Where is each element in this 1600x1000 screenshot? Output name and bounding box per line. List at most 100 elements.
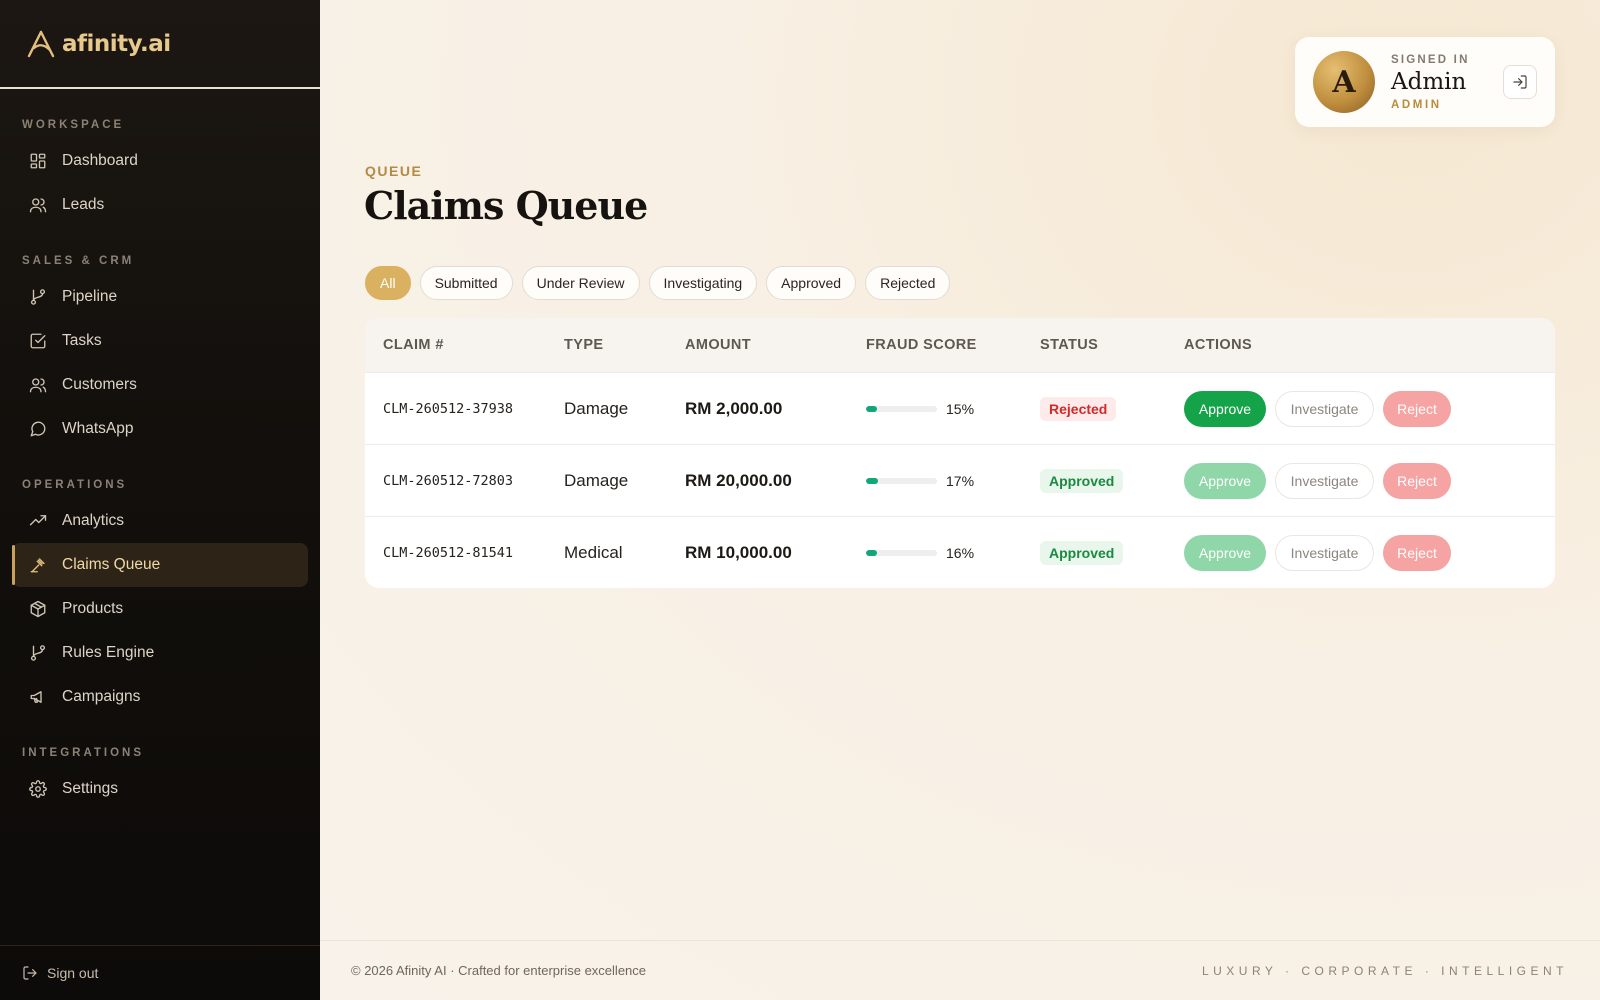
page-title: Claims Queue bbox=[364, 183, 648, 228]
sidebar-item-analytics[interactable]: Analytics bbox=[12, 499, 308, 543]
claims-table: CLAIM # TYPE AMOUNT FRAUD SCORE STATUS A… bbox=[365, 318, 1555, 588]
filter-approved[interactable]: Approved bbox=[766, 266, 857, 300]
footer: © 2026 Afinity AI · Crafted for enterpri… bbox=[320, 940, 1600, 1000]
fraud-score: 17% bbox=[866, 473, 1040, 489]
claim-number[interactable]: CLM-260512-37938 bbox=[383, 401, 513, 417]
claim-number[interactable]: CLM-260512-72803 bbox=[383, 473, 513, 489]
filter-rejected[interactable]: Rejected bbox=[865, 266, 951, 300]
sidebar-item-label: Pipeline bbox=[62, 288, 118, 305]
investigate-button[interactable]: Investigate bbox=[1275, 462, 1374, 499]
filter-under-review[interactable]: Under Review bbox=[521, 266, 640, 300]
chat-bubble-icon bbox=[29, 420, 47, 438]
sidebar-item-customers[interactable]: Customers bbox=[12, 363, 308, 407]
reject-button[interactable]: Reject bbox=[1383, 462, 1451, 499]
avatar[interactable]: A bbox=[1313, 51, 1375, 113]
user-role: ADMIN bbox=[1391, 98, 1442, 111]
footer-tagline: LUXURY · CORPORATE · INTELLIGENT bbox=[1201, 963, 1568, 978]
claim-number[interactable]: CLM-260512-81541 bbox=[383, 545, 513, 561]
sidebar-item-tasks[interactable]: Tasks bbox=[12, 319, 308, 363]
claim-amount: RM 2,000.00 bbox=[685, 398, 783, 418]
brand-logo[interactable]: afinity.ai bbox=[26, 30, 171, 58]
claim-amount: RM 20,000.00 bbox=[685, 470, 792, 490]
sidebar-item-label: Customers bbox=[62, 376, 137, 393]
filter-investigating[interactable]: Investigating bbox=[648, 266, 758, 300]
investigate-button[interactable]: Investigate bbox=[1275, 534, 1374, 571]
nav-group-label-operations: OPERATIONS bbox=[22, 479, 128, 491]
fraud-score-value: 15% bbox=[946, 400, 975, 417]
gear-icon bbox=[29, 780, 47, 798]
signed-in-label: SIGNED IN bbox=[1391, 53, 1470, 66]
main-content: A SIGNED IN Admin ADMIN QUEUE Claims Que… bbox=[320, 0, 1600, 1000]
sidebar-item-label: Dashboard bbox=[62, 152, 138, 169]
claim-type: Damage bbox=[564, 470, 629, 490]
sidebar-item-products[interactable]: Products bbox=[12, 587, 308, 631]
column-header-actions: ACTIONS bbox=[1184, 337, 1253, 353]
sidebar-item-claims-queue[interactable]: Claims Queue bbox=[12, 543, 308, 587]
sidebar-item-label: WhatsApp bbox=[62, 420, 134, 437]
megaphone-icon bbox=[29, 688, 47, 706]
approve-button[interactable]: Approve bbox=[1184, 390, 1266, 427]
reject-button[interactable]: Reject bbox=[1383, 534, 1451, 571]
sidebar-item-label: Products bbox=[62, 600, 124, 617]
logout-button[interactable] bbox=[1503, 65, 1537, 99]
trend-up-icon bbox=[29, 512, 47, 530]
fraud-score-fill bbox=[866, 405, 877, 412]
git-branch-icon bbox=[29, 288, 47, 306]
gavel-icon bbox=[29, 556, 47, 574]
fraud-score-bar bbox=[866, 477, 937, 484]
row-actions: Approve Investigate Reject bbox=[1184, 534, 1555, 571]
claim-type: Damage bbox=[564, 398, 629, 418]
sidebar: afinity.ai WORKSPACE Dashboard Leads SAL… bbox=[0, 0, 320, 1000]
table-row[interactable]: CLM-260512-81541 Medical RM 10,000.00 16… bbox=[365, 516, 1555, 588]
sidebar-item-label: Claims Queue bbox=[62, 556, 161, 573]
brand-header: afinity.ai bbox=[0, 0, 320, 89]
users-icon bbox=[29, 196, 47, 214]
investigate-button[interactable]: Investigate bbox=[1275, 390, 1374, 427]
claim-type: Medical bbox=[564, 542, 623, 562]
user-card: A SIGNED IN Admin ADMIN bbox=[1295, 37, 1555, 127]
grid-icon bbox=[29, 152, 47, 170]
table-row[interactable]: CLM-260512-37938 Damage RM 2,000.00 15% … bbox=[365, 372, 1555, 444]
column-header-status[interactable]: STATUS bbox=[1040, 337, 1184, 353]
footer-copyright: © 2026 Afinity AI · Crafted for enterpri… bbox=[351, 963, 647, 978]
sidebar-item-dashboard[interactable]: Dashboard bbox=[12, 139, 308, 183]
sidebar-item-label: Tasks bbox=[62, 332, 102, 349]
sidebar-item-label: Analytics bbox=[62, 512, 125, 529]
sign-out-link[interactable]: Sign out bbox=[0, 945, 320, 1000]
afinity-logo-icon bbox=[27, 30, 55, 57]
git-branch-icon bbox=[29, 644, 47, 662]
status-badge: Rejected bbox=[1040, 396, 1117, 421]
table-header: CLAIM # TYPE AMOUNT FRAUD SCORE STATUS A… bbox=[365, 318, 1555, 372]
table-row[interactable]: CLM-260512-72803 Damage RM 20,000.00 17%… bbox=[365, 444, 1555, 516]
sidebar-item-campaigns[interactable]: Campaigns bbox=[12, 675, 308, 719]
sign-out-label: Sign out bbox=[47, 965, 99, 981]
column-header-fraud-score[interactable]: FRAUD SCORE bbox=[866, 337, 1040, 353]
user-name: Admin bbox=[1391, 68, 1467, 95]
row-actions: Approve Investigate Reject bbox=[1184, 462, 1555, 499]
column-header-type[interactable]: TYPE bbox=[564, 337, 685, 353]
approve-button[interactable]: Approve bbox=[1184, 462, 1266, 499]
user-info: SIGNED IN Admin ADMIN bbox=[1391, 54, 1470, 111]
row-actions: Approve Investigate Reject bbox=[1184, 390, 1555, 427]
approve-button[interactable]: Approve bbox=[1184, 534, 1266, 571]
sidebar-item-leads[interactable]: Leads bbox=[12, 183, 308, 227]
sidebar-item-pipeline[interactable]: Pipeline bbox=[12, 275, 308, 319]
column-header-claim[interactable]: CLAIM # bbox=[365, 337, 564, 353]
filter-all[interactable]: All bbox=[365, 266, 411, 300]
sidebar-item-rules-engine[interactable]: Rules Engine bbox=[12, 631, 308, 675]
reject-button[interactable]: Reject bbox=[1383, 390, 1451, 427]
check-square-icon bbox=[29, 332, 47, 350]
filter-submitted[interactable]: Submitted bbox=[419, 266, 513, 300]
fraud-score-fill bbox=[866, 477, 879, 484]
nav-group-label-integrations: INTEGRATIONS bbox=[22, 747, 145, 759]
sidebar-item-label: Campaigns bbox=[62, 688, 141, 705]
claim-amount: RM 10,000.00 bbox=[685, 542, 792, 562]
sidebar-item-label: Leads bbox=[62, 196, 105, 213]
column-header-amount[interactable]: AMOUNT bbox=[685, 337, 866, 353]
sidebar-item-whatsapp[interactable]: WhatsApp bbox=[12, 407, 308, 451]
status-badge: Approved bbox=[1040, 468, 1124, 493]
sidebar-item-settings[interactable]: Settings bbox=[12, 767, 308, 811]
fraud-score-fill bbox=[866, 549, 878, 556]
fraud-score-value: 16% bbox=[946, 544, 975, 561]
users-icon bbox=[29, 376, 47, 394]
